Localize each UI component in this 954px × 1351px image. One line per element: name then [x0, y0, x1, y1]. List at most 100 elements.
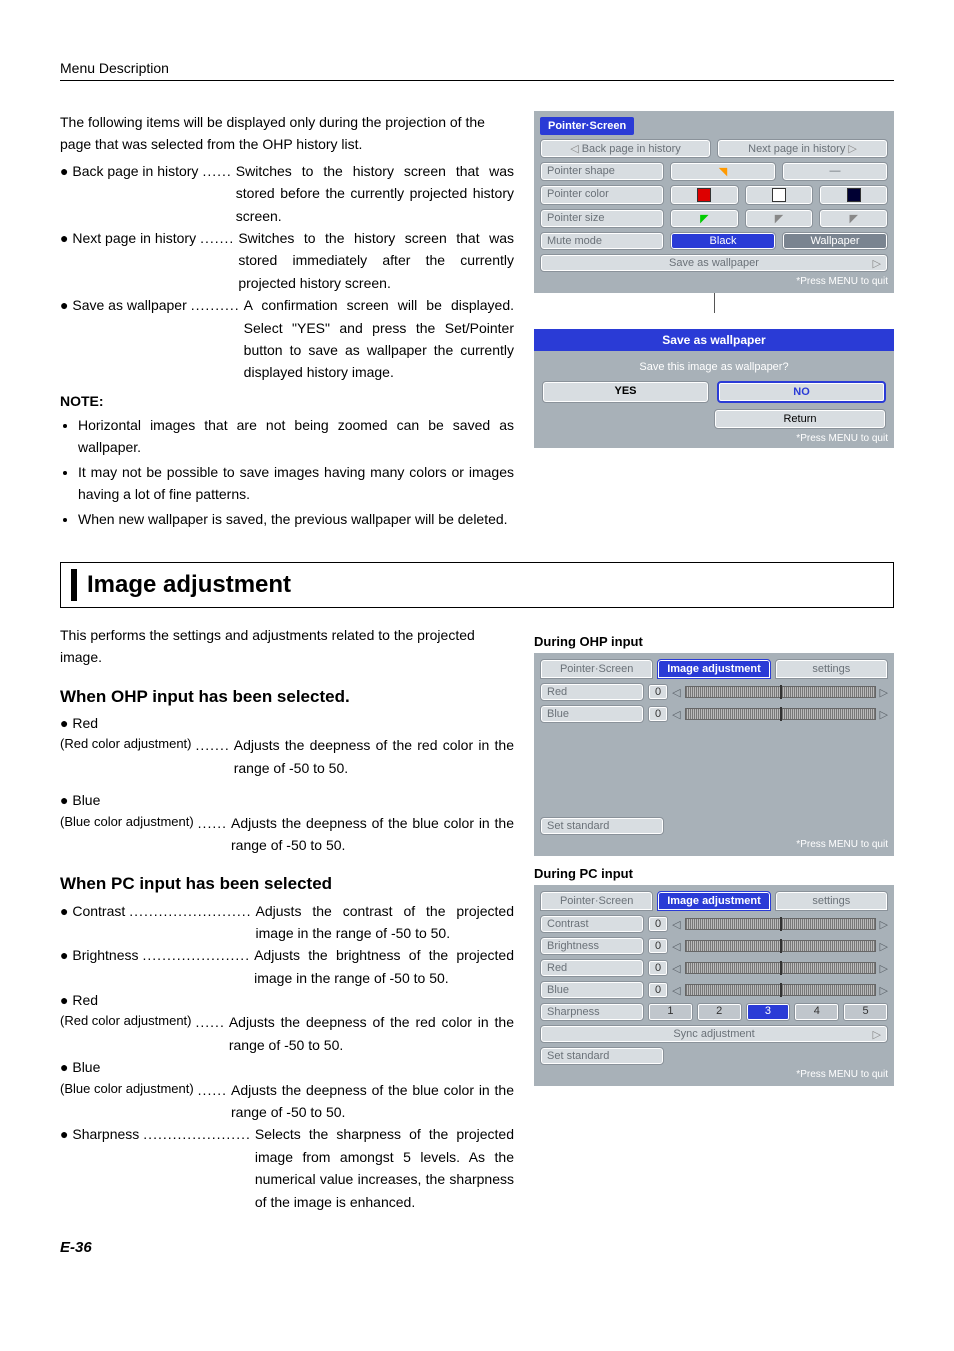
slider-blue[interactable]: Blue 0 ◁ ▷: [540, 981, 888, 999]
chevron-left-icon: ◁: [672, 708, 680, 721]
desc: Switches to the history screen that was …: [238, 227, 514, 294]
pointer-size-opt[interactable]: ◤: [670, 209, 739, 228]
page-number: E-36: [60, 1239, 894, 1256]
pc-item-sharpness: Sharpness ...................... Selects…: [60, 1123, 514, 1213]
fig-title: Pointer·Screen: [540, 117, 634, 135]
slider-red[interactable]: Red 0 ◁ ▷: [540, 959, 888, 977]
item-sub: (Blue color adjustment): [60, 1079, 194, 1100]
slider-track[interactable]: [685, 940, 876, 952]
figure-pc-adjust: Pointer·Screen Image adjustment settings…: [534, 885, 894, 1086]
sharpness-opt[interactable]: 2: [697, 1003, 742, 1021]
next-page-button[interactable]: Next page in history: [717, 139, 888, 158]
note-list: Horizontal images that are not being zoo…: [60, 414, 514, 530]
save-wallpaper-button[interactable]: Save as wallpaper ▷: [540, 254, 888, 272]
pointer-color-opt[interactable]: [745, 185, 814, 205]
chevron-right-icon: ▷: [880, 984, 888, 997]
sharpness-opt-selected[interactable]: 3: [746, 1003, 791, 1021]
chevron-left-icon: ◁: [672, 686, 680, 699]
slider-red[interactable]: Red 0 ◁ ▷: [540, 683, 888, 701]
fig3-heading: During PC input: [534, 866, 894, 881]
pointer-shape-opt[interactable]: —: [782, 162, 888, 181]
pointer-color-opt[interactable]: [670, 185, 739, 205]
slider-blue[interactable]: Blue 0 ◁ ▷: [540, 705, 888, 723]
right-column: Pointer·Screen Back page in history Next…: [534, 111, 894, 532]
note-item: Horizontal images that are not being zoo…: [78, 414, 514, 459]
term: Back page in history: [60, 160, 198, 182]
slider-contrast[interactable]: Contrast 0 ◁ ▷: [540, 915, 888, 933]
note-item: When new wallpaper is saved, the previou…: [78, 508, 514, 530]
right-column-2: During OHP input Pointer·Screen Image ad…: [534, 624, 894, 1213]
sharpness-opt[interactable]: 1: [648, 1003, 693, 1021]
chevron-left-icon: ◁: [672, 918, 680, 931]
figure-pointer-screen: Pointer·Screen Back page in history Next…: [534, 111, 894, 293]
chevron-right-icon: ▷: [880, 686, 888, 699]
pointer-shape-opt[interactable]: ◥: [670, 162, 776, 181]
pc-item-brightness: Brightness ...................... Adjust…: [60, 944, 514, 989]
sharpness-label: Sharpness: [540, 1003, 644, 1021]
dots: .........................: [125, 900, 255, 922]
section-heading: Image adjustment: [71, 569, 883, 601]
dialog-question: Save this image as wallpaper?: [534, 351, 894, 381]
sync-adjust-button[interactable]: Sync adjustment ▷: [540, 1025, 888, 1043]
slider-label: Red: [540, 959, 644, 977]
pointer-size-opt[interactable]: ◤: [745, 209, 814, 228]
set-standard-button[interactable]: Set standard: [540, 817, 664, 835]
slider-label: Blue: [540, 981, 644, 999]
sharpness-opt[interactable]: 5: [843, 1003, 888, 1021]
mute-black-button[interactable]: Black: [670, 232, 776, 250]
item-desc: Adjusts the deepness of the red color in…: [234, 734, 514, 779]
tab-settings[interactable]: settings: [775, 891, 888, 911]
item-sub: (Red color adjustment): [60, 734, 192, 755]
def-back-page: Back page in history ...... Switches to …: [60, 160, 514, 227]
ohp-item-blue: Blue (Blue color adjustment) ...... Adju…: [60, 789, 514, 856]
dialog-title: Save as wallpaper: [534, 329, 894, 351]
no-button[interactable]: NO: [717, 381, 886, 403]
sharpness-row[interactable]: Sharpness 1 2 3 4 5: [540, 1003, 888, 1021]
slider-track[interactable]: [685, 984, 876, 996]
ohp-heading: When OHP input has been selected.: [60, 683, 514, 710]
item-desc: Adjusts the deepness of the blue color i…: [231, 1079, 514, 1124]
slider-label: Blue: [540, 705, 644, 723]
slider-value: 0: [648, 960, 668, 976]
chevron-left-icon: ◁: [672, 940, 680, 953]
chevron-right-icon: ▷: [880, 918, 888, 931]
set-standard-button[interactable]: Set standard: [540, 1047, 664, 1065]
ohp-item-red: Red (Red color adjustment) ....... Adjus…: [60, 712, 514, 779]
slider-brightness[interactable]: Brightness 0 ◁ ▷: [540, 937, 888, 955]
chevron-right-icon: ▷: [880, 962, 888, 975]
back-page-button[interactable]: Back page in history: [540, 139, 711, 158]
pc-item-red: Red (Red color adjustment) ...... Adjust…: [60, 989, 514, 1056]
tab-image-adjust[interactable]: Image adjustment: [657, 891, 770, 911]
dots: ......................: [139, 944, 255, 966]
slider-value: 0: [648, 916, 668, 932]
term: Next page in history: [60, 227, 196, 249]
mute-wallpaper-button[interactable]: Wallpaper: [782, 232, 888, 250]
item-name: Red: [60, 989, 514, 1011]
fig-footer: *Press MENU to quit: [540, 276, 888, 287]
dots: ......: [192, 1011, 229, 1033]
slider-value: 0: [648, 706, 668, 722]
sharpness-opt[interactable]: 4: [794, 1003, 839, 1021]
dots: ......................: [139, 1123, 255, 1145]
dialog-footer: *Press MENU to quit: [534, 433, 894, 444]
pointer-color-opt[interactable]: [819, 185, 888, 205]
def-next-page: Next page in history ....... Switches to…: [60, 227, 514, 294]
tab-settings[interactable]: settings: [775, 659, 888, 679]
tab-pointer[interactable]: Pointer·Screen: [540, 659, 653, 679]
slider-track[interactable]: [685, 686, 876, 698]
pc-item-blue: Blue (Blue color adjustment) ...... Adju…: [60, 1056, 514, 1123]
yes-button[interactable]: YES: [542, 381, 709, 403]
chevron-left-icon: ◁: [672, 984, 680, 997]
intro-text: The following items will be displayed on…: [60, 111, 514, 156]
dots: ..........: [187, 294, 244, 316]
tab-pointer[interactable]: Pointer·Screen: [540, 891, 653, 911]
item-name: Brightness: [60, 944, 139, 966]
tab-image-adjust[interactable]: Image adjustment: [657, 659, 770, 679]
pointer-size-opt[interactable]: ◤: [819, 209, 888, 228]
slider-track[interactable]: [685, 962, 876, 974]
slider-track[interactable]: [685, 708, 876, 720]
slider-track[interactable]: [685, 918, 876, 930]
return-button[interactable]: Return: [714, 409, 886, 429]
term: Save as wallpaper: [60, 294, 187, 316]
chevron-right-icon: ▷: [880, 940, 888, 953]
